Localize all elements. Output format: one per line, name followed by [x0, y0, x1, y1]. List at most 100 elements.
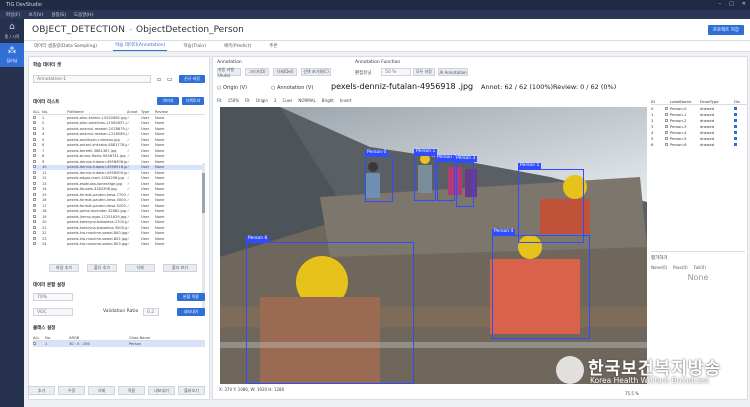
annotation-radio[interactable]: ○ Annotation (V) [271, 85, 313, 91]
row-checkbox[interactable] [33, 132, 42, 136]
image-button[interactable]: 이미지 [157, 97, 179, 105]
add-file-button[interactable]: 파일 추가 [49, 264, 79, 272]
row-checkbox[interactable] [33, 214, 42, 219]
label-checkbox[interactable] [665, 112, 668, 116]
class-col-all[interactable]: ALL [33, 336, 45, 340]
bbox-person-5[interactable] [518, 169, 584, 243]
maximize-icon[interactable]: □ [729, 1, 734, 7]
row-checkbox[interactable] [33, 242, 42, 246]
label-row[interactable]: 1 Person-1 drawed [651, 111, 747, 117]
export-button[interactable]: 내보내기 [177, 308, 205, 316]
auto-label-button[interactable]: 자동 라벨(Auto) [217, 67, 241, 78]
row-checkbox[interactable] [33, 198, 42, 202]
label-checkbox[interactable] [665, 130, 668, 134]
reset-button[interactable]: 선택 초기화(C) [301, 68, 331, 76]
label-row[interactable]: 4 Person-4 drawed [651, 129, 747, 135]
label-row[interactable]: 3 Person-3 drawed [651, 123, 747, 129]
row-checkbox[interactable] [33, 231, 42, 235]
review-none[interactable]: None(0) [651, 265, 667, 270]
image-canvas[interactable]: Person 0 Person 1 Person 2 Person 3 Pers… [220, 107, 647, 384]
label-checkbox[interactable] [665, 136, 668, 140]
display-checkbox[interactable] [734, 112, 737, 116]
tab-predict[interactable]: 예측(Predict) [222, 43, 253, 51]
display-checkbox[interactable] [734, 118, 737, 122]
tb-cues[interactable]: Cues [282, 98, 292, 103]
split-select-b[interactable]: VOC [33, 308, 73, 316]
row-checkbox[interactable] [33, 187, 42, 191]
review-pass[interactable]: Pass(0) [673, 265, 688, 270]
bbox-person-6[interactable] [246, 242, 414, 384]
import-class-button[interactable]: 불러오기 [178, 386, 205, 395]
menu-help[interactable]: 도움말(H) [74, 12, 93, 18]
minimize-icon[interactable]: – [719, 1, 722, 7]
row-checkbox[interactable] [33, 126, 42, 131]
apply-class-button[interactable]: 적용 [118, 386, 145, 395]
tb-origin[interactable]: Origin [256, 98, 268, 103]
tb-value[interactable]: 2 [274, 98, 277, 103]
row-checkbox[interactable] [33, 170, 42, 175]
label-row[interactable]: 0 Person-0 drawed [651, 105, 747, 111]
delete-button[interactable]: 삭제 [125, 264, 155, 272]
display-checkbox[interactable] [734, 136, 737, 140]
dataset-input[interactable]: Annotation-1 [33, 75, 151, 83]
row-checkbox[interactable] [33, 121, 42, 125]
dataset-save-button[interactable]: 신규 저장 [179, 75, 205, 83]
split-apply-button[interactable]: 분할 적용 [177, 293, 205, 301]
label-checkbox[interactable] [665, 118, 668, 122]
tab-train[interactable]: 학습(Train) [181, 43, 208, 51]
row-checkbox[interactable] [33, 220, 42, 224]
file-row[interactable]: 24 pexels-kia-maxime-sowei-803.jpg ✓ Use… [33, 242, 205, 248]
label-row[interactable]: 6 Person-6 drawed [651, 141, 747, 147]
row-checkbox[interactable] [33, 137, 42, 142]
tab-inference[interactable]: 추론 [267, 43, 279, 51]
tb-fit[interactable]: Fit [217, 98, 222, 103]
label-row[interactable]: 2 Person-2 drawed [651, 117, 747, 123]
row-checkbox[interactable] [33, 115, 42, 120]
edit-class-button[interactable]: 수정 [58, 386, 85, 395]
origin-radio[interactable]: ○ Origin (V) [217, 85, 247, 91]
bbox-person-4[interactable] [492, 235, 590, 339]
row-checkbox[interactable] [33, 165, 42, 169]
directory-button[interactable]: 디렉토리 [182, 97, 204, 105]
row-checkbox[interactable] [33, 236, 42, 241]
bbox-person-3[interactable] [456, 162, 474, 207]
class-row[interactable]: 1 30 : 0 : 256 Person [33, 341, 205, 347]
tb-zoom[interactable]: 150% [228, 98, 239, 103]
display-checkbox[interactable] [734, 106, 737, 110]
menu-view[interactable]: 보기(V) [28, 12, 43, 18]
nav-home[interactable]: ⌂ 홈 / 시작 [0, 19, 24, 43]
val-ratio-input[interactable]: 0.2 [143, 308, 159, 316]
row-checkbox[interactable] [33, 225, 42, 230]
add-folder-button[interactable]: 폴더 추가 [87, 264, 117, 272]
label-row[interactable]: 5 Person-5 drawed [651, 135, 747, 141]
review-fail[interactable]: Fail(0) [694, 265, 706, 270]
bbox-person-0[interactable] [365, 156, 393, 202]
close-icon[interactable]: ✕ [742, 1, 746, 7]
tb-fit2[interactable]: Fit [245, 98, 250, 103]
label-checkbox[interactable] [665, 106, 668, 110]
label-checkbox[interactable] [665, 142, 668, 146]
split-select-a[interactable]: 70% [33, 293, 73, 301]
save-all-button[interactable]: 모두 저장 [413, 68, 435, 76]
row-checkbox[interactable] [33, 148, 42, 153]
draw-button[interactable]: 그리기(D) [245, 68, 269, 76]
tb-normal[interactable]: NORMAL [298, 98, 315, 103]
save-project-button[interactable]: 프로젝트 저장 [707, 25, 744, 35]
tab-annotation[interactable]: 학습 데이터(Annotation) [113, 42, 168, 51]
display-checkbox[interactable] [734, 130, 737, 134]
row-checkbox[interactable] [33, 176, 42, 180]
display-checkbox[interactable] [734, 142, 737, 146]
row-checkbox[interactable] [33, 143, 42, 147]
folder-icon[interactable]: ▭ [167, 76, 173, 83]
row-checkbox[interactable] [33, 209, 42, 213]
row-checkbox[interactable] [33, 203, 42, 208]
ai-annotation-button[interactable]: AI Annotation [438, 68, 468, 76]
tb-bright[interactable]: Bright [322, 98, 334, 103]
row-checkbox[interactable] [33, 181, 42, 186]
row-checkbox[interactable] [33, 159, 42, 164]
menu-file[interactable]: 파일(F) [6, 12, 20, 18]
col-all[interactable]: ALL [33, 110, 42, 114]
nav-deeplearning[interactable]: ⁂ 딥러닝 [0, 43, 24, 67]
row-checkbox[interactable] [33, 192, 42, 197]
view-folder-button[interactable]: 폴더 보기 [163, 264, 197, 272]
